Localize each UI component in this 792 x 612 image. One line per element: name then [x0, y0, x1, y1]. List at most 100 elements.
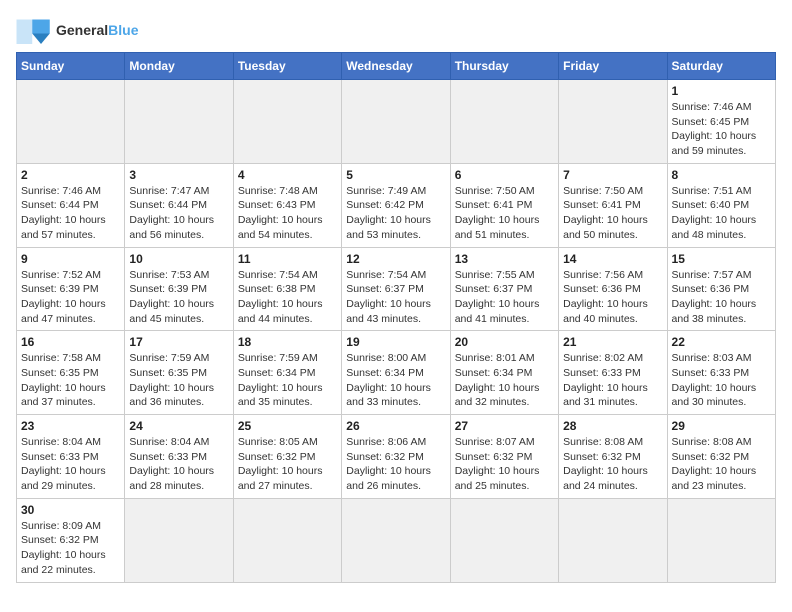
day-info: Sunrise: 7:55 AMSunset: 6:37 PMDaylight:…	[455, 268, 554, 327]
calendar-cell: 18Sunrise: 7:59 AMSunset: 6:34 PMDayligh…	[233, 331, 341, 415]
day-info: Sunrise: 8:04 AMSunset: 6:33 PMDaylight:…	[21, 435, 120, 494]
day-info: Sunrise: 7:50 AMSunset: 6:41 PMDaylight:…	[563, 184, 662, 243]
calendar-cell	[233, 498, 341, 582]
day-number: 11	[238, 252, 337, 266]
calendar-cell: 17 Sunrise: 7:59 AMSunset: 6:35 PMDayligh…	[125, 331, 233, 415]
day-number: 22	[672, 335, 771, 349]
day-number: 9	[21, 252, 120, 266]
day-info: Sunrise: 8:06 AMSunset: 6:32 PMDaylight:…	[346, 435, 445, 494]
day-number: 10	[129, 252, 228, 266]
day-number: 8	[672, 168, 771, 182]
day-info: Sunrise: 7:57 AMSunset: 6:36 PMDaylight:…	[672, 268, 771, 327]
calendar-cell: 14 Sunrise: 7:56 AMSunset: 6:36 PMDayligh…	[559, 247, 667, 331]
day-info: Sunrise: 8:05 AMSunset: 6:32 PMDaylight:…	[238, 435, 337, 494]
day-number: 3	[129, 168, 228, 182]
calendar-cell: 19 Sunrise: 8:00 AMSunset: 6:34 PMDayligh…	[342, 331, 450, 415]
calendar-cell: 12Sunrise: 7:54 AMSunset: 6:37 PMDayligh…	[342, 247, 450, 331]
day-number: 20	[455, 335, 554, 349]
day-number: 14	[563, 252, 662, 266]
day-number: 16	[21, 335, 120, 349]
day-info: Sunrise: 7:51 AMSunset: 6:40 PMDaylight:…	[672, 184, 771, 243]
day-number: 28	[563, 419, 662, 433]
calendar-cell: 10 Sunrise: 7:53 AMSunset: 6:39 PMDayligh…	[125, 247, 233, 331]
day-number: 4	[238, 168, 337, 182]
calendar-cell: 20 Sunrise: 8:01 AMSunset: 6:34 PMDayligh…	[450, 331, 558, 415]
weekday-header-wednesday: Wednesday	[342, 53, 450, 80]
day-number: 1	[672, 84, 771, 98]
calendar-cell	[125, 498, 233, 582]
calendar-cell	[17, 80, 125, 164]
day-info: Sunrise: 7:50 AMSunset: 6:41 PMDaylight:…	[455, 184, 554, 243]
day-info: Sunrise: 8:00 AMSunset: 6:34 PMDaylight:…	[346, 351, 445, 410]
calendar-cell: 5 Sunrise: 7:49 AMSunset: 6:42 PMDaylight…	[342, 163, 450, 247]
logo-text: GeneralBlue	[56, 22, 138, 38]
calendar-cell	[559, 498, 667, 582]
calendar-cell	[450, 498, 558, 582]
day-number: 15	[672, 252, 771, 266]
calendar-cell: 28 Sunrise: 8:08 AMSunset: 6:32 PMDayligh…	[559, 415, 667, 499]
day-info: Sunrise: 8:08 AMSunset: 6:32 PMDaylight:…	[672, 435, 771, 494]
calendar-cell: 7 Sunrise: 7:50 AMSunset: 6:41 PMDaylight…	[559, 163, 667, 247]
day-info: Sunrise: 7:58 AMSunset: 6:35 PMDaylight:…	[21, 351, 120, 410]
calendar-cell	[125, 80, 233, 164]
day-number: 25	[238, 419, 337, 433]
day-info: Sunrise: 8:02 AMSunset: 6:33 PMDaylight:…	[563, 351, 662, 410]
calendar-cell: 30 Sunrise: 8:09 AMSunset: 6:32 PMDayligh…	[17, 498, 125, 582]
day-info: Sunrise: 8:07 AMSunset: 6:32 PMDaylight:…	[455, 435, 554, 494]
weekday-header-saturday: Saturday	[667, 53, 775, 80]
day-info: Sunrise: 7:48 AMSunset: 6:43 PMDaylight:…	[238, 184, 337, 243]
weekday-header-tuesday: Tuesday	[233, 53, 341, 80]
day-number: 7	[563, 168, 662, 182]
day-number: 13	[455, 252, 554, 266]
calendar-cell: 16 Sunrise: 7:58 AMSunset: 6:35 PMDayligh…	[17, 331, 125, 415]
weekday-header-monday: Monday	[125, 53, 233, 80]
day-info: Sunrise: 7:53 AMSunset: 6:39 PMDaylight:…	[129, 268, 228, 327]
calendar-cell: 21Sunrise: 8:02 AMSunset: 6:33 PMDayligh…	[559, 331, 667, 415]
calendar-cell	[450, 80, 558, 164]
day-info: Sunrise: 7:52 AMSunset: 6:39 PMDaylight:…	[21, 268, 120, 327]
weekday-header-thursday: Thursday	[450, 53, 558, 80]
day-number: 17	[129, 335, 228, 349]
calendar-cell: 15 Sunrise: 7:57 AMSunset: 6:36 PMDayligh…	[667, 247, 775, 331]
day-number: 19	[346, 335, 445, 349]
calendar-cell: 11Sunrise: 7:54 AMSunset: 6:38 PMDayligh…	[233, 247, 341, 331]
calendar-cell: 3 Sunrise: 7:47 AMSunset: 6:44 PMDaylight…	[125, 163, 233, 247]
day-number: 6	[455, 168, 554, 182]
day-info: Sunrise: 7:46 AMSunset: 6:44 PMDaylight:…	[21, 184, 120, 243]
calendar-cell: 4 Sunrise: 7:48 AMSunset: 6:43 PMDaylight…	[233, 163, 341, 247]
day-number: 5	[346, 168, 445, 182]
day-info: Sunrise: 8:08 AMSunset: 6:32 PMDaylight:…	[563, 435, 662, 494]
day-info: Sunrise: 7:49 AMSunset: 6:42 PMDaylight:…	[346, 184, 445, 243]
calendar-cell: 9 Sunrise: 7:52 AMSunset: 6:39 PMDaylight…	[17, 247, 125, 331]
day-info: Sunrise: 7:46 AMSunset: 6:45 PMDaylight:…	[672, 100, 771, 159]
calendar-cell: 24 Sunrise: 8:04 AMSunset: 6:33 PMDayligh…	[125, 415, 233, 499]
calendar-cell	[233, 80, 341, 164]
day-number: 12	[346, 252, 445, 266]
calendar-cell	[559, 80, 667, 164]
day-info: Sunrise: 8:09 AMSunset: 6:32 PMDaylight:…	[21, 519, 120, 578]
calendar-table: SundayMondayTuesdayWednesdayThursdayFrid…	[16, 52, 776, 583]
logo: GeneralBlue	[16, 16, 138, 44]
day-number: 29	[672, 419, 771, 433]
day-info: Sunrise: 8:01 AMSunset: 6:34 PMDaylight:…	[455, 351, 554, 410]
day-info: Sunrise: 7:56 AMSunset: 6:36 PMDaylight:…	[563, 268, 662, 327]
calendar-cell	[667, 498, 775, 582]
calendar-cell	[342, 80, 450, 164]
day-info: Sunrise: 7:59 AMSunset: 6:35 PMDaylight:…	[129, 351, 228, 410]
page-header: GeneralBlue	[16, 16, 776, 44]
calendar-cell: 26 Sunrise: 8:06 AMSunset: 6:32 PMDayligh…	[342, 415, 450, 499]
day-info: Sunrise: 7:47 AMSunset: 6:44 PMDaylight:…	[129, 184, 228, 243]
calendar-cell: 13 Sunrise: 7:55 AMSunset: 6:37 PMDayligh…	[450, 247, 558, 331]
day-number: 24	[129, 419, 228, 433]
day-info: Sunrise: 8:04 AMSunset: 6:33 PMDaylight:…	[129, 435, 228, 494]
day-number: 30	[21, 503, 120, 517]
day-number: 23	[21, 419, 120, 433]
weekday-header-sunday: Sunday	[17, 53, 125, 80]
day-number: 27	[455, 419, 554, 433]
calendar-cell: 8 Sunrise: 7:51 AMSunset: 6:40 PMDaylight…	[667, 163, 775, 247]
day-info: Sunrise: 7:59 AMSunset: 6:34 PMDaylight:…	[238, 351, 337, 410]
calendar-cell: 27 Sunrise: 8:07 AMSunset: 6:32 PMDayligh…	[450, 415, 558, 499]
calendar-cell: 22Sunrise: 8:03 AMSunset: 6:33 PMDayligh…	[667, 331, 775, 415]
day-number: 26	[346, 419, 445, 433]
day-number: 2	[21, 168, 120, 182]
